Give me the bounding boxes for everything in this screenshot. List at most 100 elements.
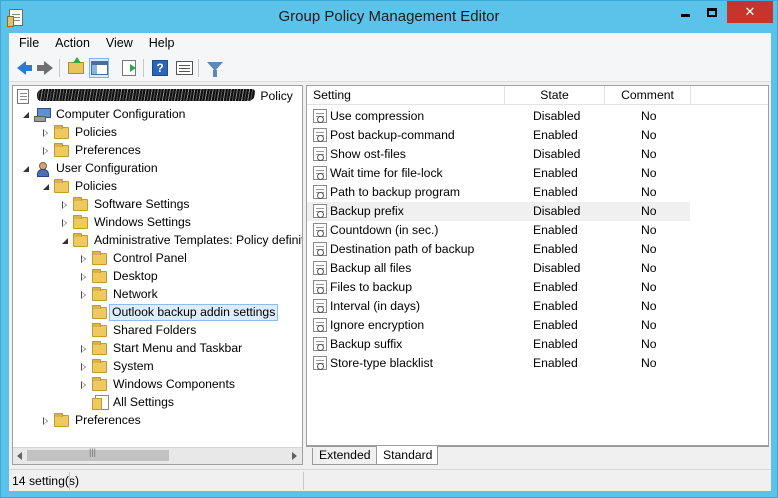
main-window: Group Policy Management Editor ✕ File Ac… [0,0,778,498]
tree-item-start-menu-taskbar[interactable]: Start Menu and Taskbar [13,340,302,358]
tree-item-administrative-templates[interactable]: Administrative Templates: Policy definit… [13,232,302,250]
back-button[interactable] [13,58,33,78]
up-one-level-button[interactable] [66,57,86,78]
expand-toggle-collapsed-icon[interactable] [81,291,86,299]
setting-state: Enabled [533,356,578,370]
tree-item-uc-policies[interactable]: Policies [13,178,302,196]
expand-toggle-collapsed-icon[interactable] [81,363,86,371]
help-button[interactable]: ? [150,58,170,78]
tree-item-software-settings[interactable]: Software Settings [13,196,302,214]
table-row[interactable]: Interval (in days) Enabled No [307,297,768,316]
table-row[interactable]: Path to backup program Enabled No [307,183,768,202]
tree-item-user-configuration[interactable]: User Configuration [13,160,302,178]
properties-button[interactable] [174,58,194,78]
folder-icon [73,215,88,229]
tree-item-windows-components[interactable]: Windows Components [13,376,302,394]
all-settings-icon [92,395,109,410]
table-row[interactable]: Use compression Disabled No [307,107,768,126]
expand-toggle-expanded-icon[interactable] [23,112,29,118]
tree-item-windows-settings[interactable]: Windows Settings [13,214,302,232]
expand-toggle-collapsed-icon[interactable] [81,345,86,353]
tree-pane[interactable]: Policy Computer Configuration Policies P… [12,85,303,465]
tree-item-cc-policies[interactable]: Policies [13,124,302,142]
tab-standard[interactable]: Standard [376,446,438,465]
properties-icon [175,61,193,75]
menu-action[interactable]: Action [47,33,98,54]
tree-label: Windows Settings [94,215,191,229]
table-row[interactable]: Backup all files Disabled No [307,259,768,278]
status-bar: 14 setting(s) [9,469,771,491]
tree-item-computer-configuration[interactable]: Computer Configuration [13,106,302,124]
expand-toggle-collapsed-icon[interactable] [43,129,48,137]
table-row[interactable]: Wait time for file-lock Enabled No [307,164,768,183]
tree-label: User Configuration [56,161,158,175]
tree-label: All Settings [113,395,174,409]
tree-item-cc-preferences[interactable]: Preferences [13,142,302,160]
tree-item-root-policy[interactable]: Policy [13,88,302,106]
expand-toggle-collapsed-icon[interactable] [62,201,67,209]
setting-comment: No [641,242,657,256]
setting-name: Countdown (in sec.) [330,223,439,237]
expand-toggle-collapsed-icon[interactable] [62,219,67,227]
setting-icon [313,261,327,275]
tree-horizontal-scrollbar[interactable] [13,447,302,464]
expand-toggle-collapsed-icon[interactable] [43,417,48,425]
tree-label: Control Panel [113,251,187,265]
column-header-state[interactable]: State [505,86,605,105]
tree-item-outlook-backup-addin-settings[interactable]: Outlook backup addin settings [13,304,302,322]
setting-comment: No [641,185,657,199]
toolbar-separator [143,59,144,77]
setting-state: Enabled [533,166,578,180]
scrollbar-thumb[interactable] [27,447,169,461]
forward-button[interactable] [35,58,55,78]
maximize-button[interactable] [699,1,725,23]
table-row[interactable]: Show ost-files Disabled No [307,145,768,164]
tree-item-uc-preferences[interactable]: Preferences [13,412,302,430]
tree-item-shared-folders[interactable]: Shared Folders [13,322,302,340]
table-row[interactable]: Post backup-command Enabled No [307,126,768,145]
settings-list[interactable]: Setting State Comment Use compression Dis… [306,85,769,446]
tree-item-control-panel[interactable]: Control Panel [13,250,302,268]
setting-state: Enabled [533,128,578,142]
column-header-comment[interactable]: Comment [605,86,691,105]
setting-icon [313,337,327,351]
folder-icon [54,413,69,427]
table-row[interactable]: Countdown (in sec.) Enabled No [307,221,768,240]
column-header-setting[interactable]: Setting [307,86,505,105]
tree-label: Preferences [75,413,141,427]
setting-icon [313,356,327,370]
table-row[interactable]: Destination path of backup Enabled No [307,240,768,259]
minimize-button[interactable] [671,1,699,23]
expand-toggle-expanded-icon[interactable] [23,166,29,172]
tree-item-all-settings[interactable]: All Settings [13,394,302,412]
expand-toggle-collapsed-icon[interactable] [43,147,48,155]
tree-item-system[interactable]: System [13,358,302,376]
table-row[interactable]: Ignore encryption Enabled No [307,316,768,335]
export-list-button[interactable] [119,58,139,78]
menu-help[interactable]: Help [141,33,183,54]
close-button[interactable]: ✕ [727,1,773,23]
table-row[interactable]: Store-type blacklist Enabled No [307,354,768,373]
scroll-left-arrow-icon[interactable] [17,452,22,460]
show-hide-tree-button[interactable] [89,58,109,78]
expand-toggle-expanded-icon[interactable] [62,238,68,244]
setting-name: Backup suffix [330,337,403,351]
tree-label: Shared Folders [113,323,197,337]
tree-item-desktop[interactable]: Desktop [13,268,302,286]
title-bar[interactable]: Group Policy Management Editor ✕ [1,1,777,33]
tab-extended[interactable]: Extended [312,448,378,465]
setting-comment: No [641,166,657,180]
table-row[interactable]: Files to backup Enabled No [307,278,768,297]
table-row[interactable]: Backup suffix Enabled No [307,335,768,354]
minimize-icon [680,13,690,17]
table-row[interactable]: Backup prefix Disabled No [307,202,690,221]
expand-toggle-collapsed-icon[interactable] [81,273,86,281]
expand-toggle-expanded-icon[interactable] [43,184,49,190]
tree-item-network[interactable]: Network [13,286,302,304]
expand-toggle-collapsed-icon[interactable] [81,381,86,389]
expand-toggle-collapsed-icon[interactable] [81,255,86,263]
menu-file[interactable]: File [9,33,47,54]
menu-view[interactable]: View [98,33,141,54]
scroll-right-arrow-icon[interactable] [292,452,297,460]
filter-button[interactable] [205,58,225,78]
